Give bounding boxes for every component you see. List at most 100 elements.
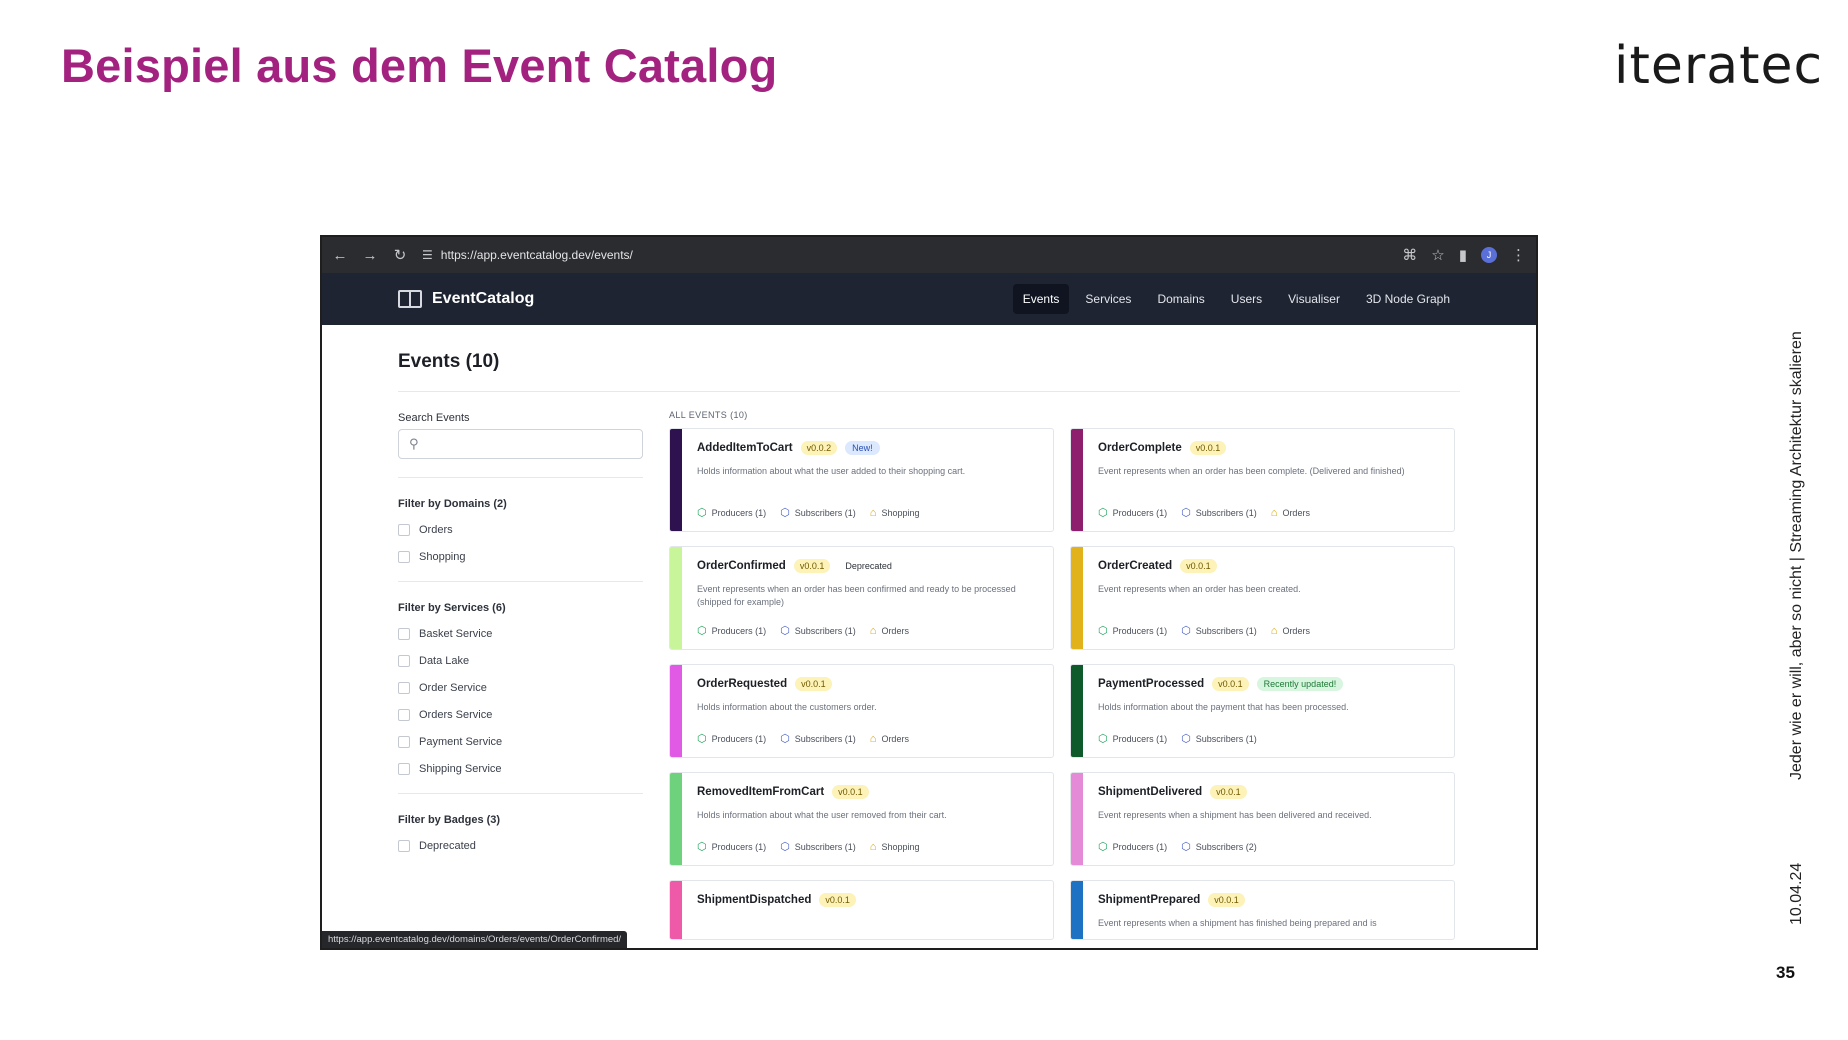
app-navbar: EventCatalog Events Services Domains Users V…: [322, 273, 1536, 325]
subscribers-link[interactable]: ⬡ Subscribers (1): [1181, 624, 1257, 637]
filter-option[interactable]: Shopping: [398, 551, 643, 563]
event-card[interactable]: AddedItemToCart v0.0.2 New! Holds informati…: [669, 428, 1054, 532]
producers-link[interactable]: ⬡ Producers (1): [1098, 732, 1167, 745]
filter-option[interactable]: Payment Service: [398, 736, 643, 748]
filter-checkbox[interactable]: [398, 736, 410, 748]
bookmark-star-icon[interactable]: ☆: [1431, 246, 1444, 264]
domain-label: Shopping: [881, 841, 920, 852]
event-card[interactable]: RemovedItemFromCart v0.0.1 Holds informati…: [669, 772, 1054, 866]
event-card[interactable]: PaymentProcessed v0.0.1 Recently updated! H…: [1070, 664, 1455, 758]
event-name[interactable]: ShipmentDelivered: [1098, 786, 1202, 798]
domain-link[interactable]: ⌂ Shopping: [870, 840, 920, 853]
subscribers-link[interactable]: ⬡ Subscribers (1): [1181, 506, 1257, 519]
filter-checkbox[interactable]: [398, 524, 410, 536]
version-badge: v0.0.1: [793, 559, 831, 573]
producers-link[interactable]: ⬡ Producers (1): [697, 624, 766, 637]
producers-label: Producers (1): [1112, 841, 1168, 852]
event-card[interactable]: ShipmentDispatched v0.0.1: [669, 880, 1054, 940]
filter-option[interactable]: Deprecated: [398, 840, 643, 852]
domain-link[interactable]: ⌂ Orders: [870, 624, 909, 637]
subscribers-link[interactable]: ⬡ Subscribers (1): [780, 506, 856, 519]
side-panel-icon[interactable]: ▮: [1459, 246, 1467, 264]
nav-item-users[interactable]: Users: [1221, 284, 1272, 314]
filter-option[interactable]: Data Lake: [398, 655, 643, 667]
event-description: Event represents when a shipment has bee…: [1098, 810, 1372, 820]
subscribers-link[interactable]: ⬡ Subscribers (2): [1181, 840, 1257, 853]
nav-item-events[interactable]: Events: [1012, 284, 1070, 314]
menu-kebab-icon[interactable]: ⋮: [1511, 246, 1526, 264]
domain-link[interactable]: ⌂ Orders: [1271, 506, 1310, 519]
version-badge: v0.0.1: [1210, 785, 1247, 799]
producers-link[interactable]: ⬡ Producers (1): [697, 506, 766, 519]
forward-icon[interactable]: →: [362, 247, 378, 264]
filter-option[interactable]: Orders: [398, 524, 643, 536]
subscriber-icon: ⬡: [1181, 625, 1191, 637]
producers-label: Producers (1): [1112, 625, 1168, 636]
event-name[interactable]: ShipmentDispatched: [697, 894, 811, 906]
brand[interactable]: EventCatalog: [398, 290, 1013, 308]
filter-option[interactable]: Shipping Service: [398, 763, 643, 775]
filter-checkbox[interactable]: [398, 763, 410, 775]
event-card[interactable]: OrderRequested v0.0.1 Holds information ab…: [669, 664, 1054, 758]
filter-option[interactable]: Order Service: [398, 682, 643, 694]
version-badge: v0.0.1: [1189, 441, 1227, 455]
event-name[interactable]: PaymentProcessed: [1098, 678, 1204, 690]
filter-badges-title: Filter by Badges (3): [398, 814, 501, 826]
book-icon: [398, 290, 422, 308]
nav-item-3d-node-graph[interactable]: 3D Node Graph: [1356, 284, 1460, 314]
producers-link[interactable]: ⬡ Producers (1): [697, 840, 766, 853]
event-name[interactable]: OrderRequested: [697, 678, 787, 690]
subscribers-link[interactable]: ⬡ Subscribers (1): [780, 732, 856, 745]
event-name[interactable]: RemovedItemFromCart: [697, 786, 824, 798]
event-card[interactable]: OrderConfirmed v0.0.1 Deprecated Event repr…: [669, 546, 1054, 650]
translate-icon[interactable]: ⌘: [1402, 246, 1417, 264]
event-name[interactable]: OrderCreated: [1098, 560, 1172, 572]
events-grid: AddedItemToCart v0.0.2 New! Holds informati…: [669, 428, 1460, 940]
domain-icon: ⌂: [869, 840, 877, 853]
nav-item-services[interactable]: Services: [1075, 284, 1141, 314]
event-name[interactable]: OrderComplete: [1098, 442, 1182, 454]
filter-checkbox[interactable]: [398, 840, 410, 852]
event-card[interactable]: OrderComplete v0.0.1 Event represents when…: [1070, 428, 1455, 532]
event-name[interactable]: ShipmentPrepared: [1098, 894, 1200, 906]
domain-label: Shopping: [881, 507, 920, 518]
brand-name: EventCatalog: [432, 290, 535, 307]
profile-avatar[interactable]: J: [1481, 247, 1497, 263]
version-badge: v0.0.1: [795, 677, 832, 691]
filter-option[interactable]: Orders Service: [398, 709, 643, 721]
subscribers-link[interactable]: ⬡ Subscribers (1): [1181, 732, 1257, 745]
filter-checkbox[interactable]: [398, 551, 410, 563]
search-input[interactable]: ⚲: [398, 429, 643, 459]
event-card[interactable]: OrderCreated v0.0.1 Event represents when …: [1070, 546, 1455, 650]
site-settings-icon[interactable]: ☰: [422, 248, 433, 262]
subscribers-link[interactable]: ⬡ Subscribers (1): [780, 624, 856, 637]
producers-link[interactable]: ⬡ Producers (1): [1098, 624, 1167, 637]
producers-link[interactable]: ⬡ Producers (1): [697, 732, 766, 745]
domain-icon: ⌂: [1270, 506, 1278, 519]
event-card[interactable]: ShipmentDelivered v0.0.1 Event represents …: [1070, 772, 1455, 866]
producers-link[interactable]: ⬡ Producers (1): [1098, 840, 1167, 853]
filter-checkbox[interactable]: [398, 709, 410, 721]
divider: [398, 581, 643, 582]
back-icon[interactable]: ←: [332, 247, 348, 264]
reload-icon[interactable]: ↻: [392, 246, 408, 264]
filter-checkbox[interactable]: [398, 628, 410, 640]
filter-checkbox[interactable]: [398, 655, 410, 667]
domain-link[interactable]: ⌂ Shopping: [870, 506, 920, 519]
event-card[interactable]: ShipmentPrepared v0.0.1 Event represents w…: [1070, 880, 1455, 940]
event-description: Event represents when an order has been …: [1098, 584, 1301, 594]
subscribers-link[interactable]: ⬡ Subscribers (1): [780, 840, 856, 853]
nav-item-domains[interactable]: Domains: [1147, 284, 1214, 314]
event-name[interactable]: OrderConfirmed: [697, 560, 786, 572]
filter-option-label: Deprecated: [419, 840, 476, 852]
address-bar[interactable]: ☰ https://app.eventcatalog.dev/events/: [422, 248, 1388, 262]
producers-link[interactable]: ⬡ Producers (1): [1098, 506, 1167, 519]
domain-icon: ⌂: [1270, 624, 1278, 637]
nav-item-visualiser[interactable]: Visualiser: [1278, 284, 1350, 314]
event-name[interactable]: AddedItemToCart: [697, 442, 793, 454]
domain-link[interactable]: ⌂ Orders: [870, 732, 909, 745]
domain-link[interactable]: ⌂ Orders: [1271, 624, 1310, 637]
filter-checkbox[interactable]: [398, 682, 410, 694]
address-url[interactable]: https://app.eventcatalog.dev/events/: [441, 248, 633, 262]
filter-option[interactable]: Basket Service: [398, 628, 643, 640]
